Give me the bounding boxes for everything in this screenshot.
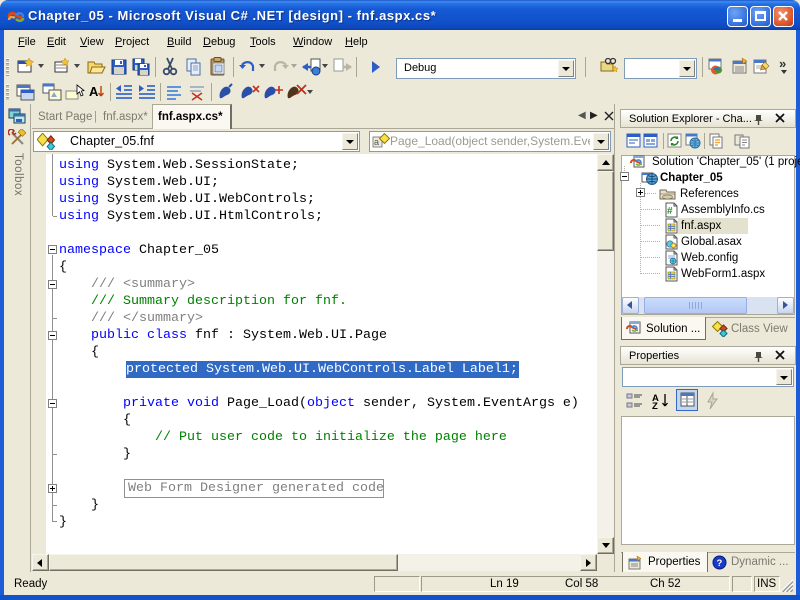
svg-text:a: a: [374, 137, 379, 147]
svg-text:A: A: [89, 84, 99, 99]
svg-text:#: #: [667, 206, 673, 217]
svg-text:Z: Z: [652, 401, 658, 411]
svg-text:?: ?: [717, 558, 723, 569]
